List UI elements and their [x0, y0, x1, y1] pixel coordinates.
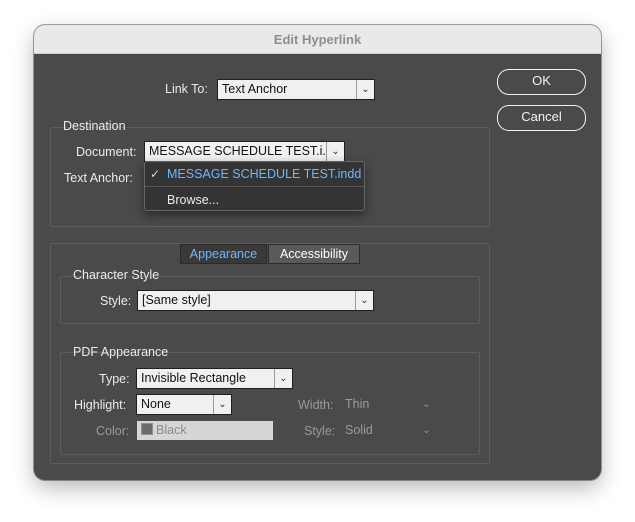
type-dropdown[interactable]: Invisible Rectangle ⌄ [136, 368, 293, 389]
popup-separator [145, 186, 364, 187]
width-value: Thin [345, 397, 370, 411]
type-value: Invisible Rectangle [141, 371, 246, 385]
color-dropdown[interactable]: Black ⌄ [136, 420, 274, 441]
style-label: Style: [304, 424, 336, 438]
cancel-button[interactable]: Cancel [497, 105, 586, 131]
chevron-down-icon: ⌄ [326, 142, 344, 161]
link-to-dropdown[interactable]: Text Anchor ⌄ [217, 79, 375, 100]
highlight-dropdown[interactable]: None ⌄ [136, 394, 232, 415]
style-dropdown[interactable]: Solid ⌄ [340, 420, 436, 441]
highlight-value: None [141, 397, 171, 411]
document-popup-menu: ✓ MESSAGE SCHEDULE TEST.indd Browse... [144, 161, 365, 211]
document-label: Document: [76, 145, 137, 159]
character-style-dropdown[interactable]: [Same style] ⌄ [137, 290, 374, 311]
dialog-title: Edit Hyperlink [34, 25, 601, 54]
pdf-appearance-title: PDF Appearance [73, 345, 169, 359]
highlight-label: Highlight: [74, 398, 127, 412]
character-style-value: [Same style] [142, 293, 211, 307]
style-value: Solid [345, 423, 373, 437]
link-to-value: Text Anchor [222, 82, 288, 96]
link-to-label: Link To: [165, 82, 208, 96]
destination-title: Destination [63, 119, 126, 133]
edit-hyperlink-dialog: Edit Hyperlink Link To: Text Anchor ⌄ OK… [34, 25, 601, 480]
ok-button[interactable]: OK [497, 69, 586, 95]
popup-item-browse[interactable]: Browse... [145, 189, 364, 211]
chevron-down-icon: ⌄ [356, 80, 374, 99]
checkmark-icon: ✓ [150, 167, 161, 181]
char-style-label: Style: [100, 294, 132, 308]
chevron-down-icon: ⌄ [417, 421, 435, 440]
chevron-down-icon: ⌄ [417, 395, 435, 414]
color-value: Black [156, 423, 187, 437]
character-style-title: Character Style [73, 268, 160, 282]
type-label: Type: [99, 372, 130, 386]
color-swatch-icon [141, 423, 153, 435]
chevron-down-icon: ⌄ [355, 291, 373, 310]
color-label: Color: [96, 424, 130, 438]
chevron-down-icon: ⌄ [274, 369, 292, 388]
popup-item-document-label: MESSAGE SCHEDULE TEST.indd [167, 167, 362, 181]
width-label: Width: [298, 398, 334, 412]
popup-item-browse-label: Browse... [167, 193, 220, 207]
document-dropdown[interactable]: MESSAGE SCHEDULE TEST.i... ⌄ [144, 141, 345, 162]
width-dropdown[interactable]: Thin ⌄ [340, 394, 436, 415]
popup-item-document[interactable]: ✓ MESSAGE SCHEDULE TEST.indd [145, 163, 364, 185]
chevron-down-icon: ⌄ [213, 395, 231, 414]
document-value: MESSAGE SCHEDULE TEST.i... [149, 144, 333, 158]
text-anchor-label: Text Anchor: [64, 171, 133, 185]
